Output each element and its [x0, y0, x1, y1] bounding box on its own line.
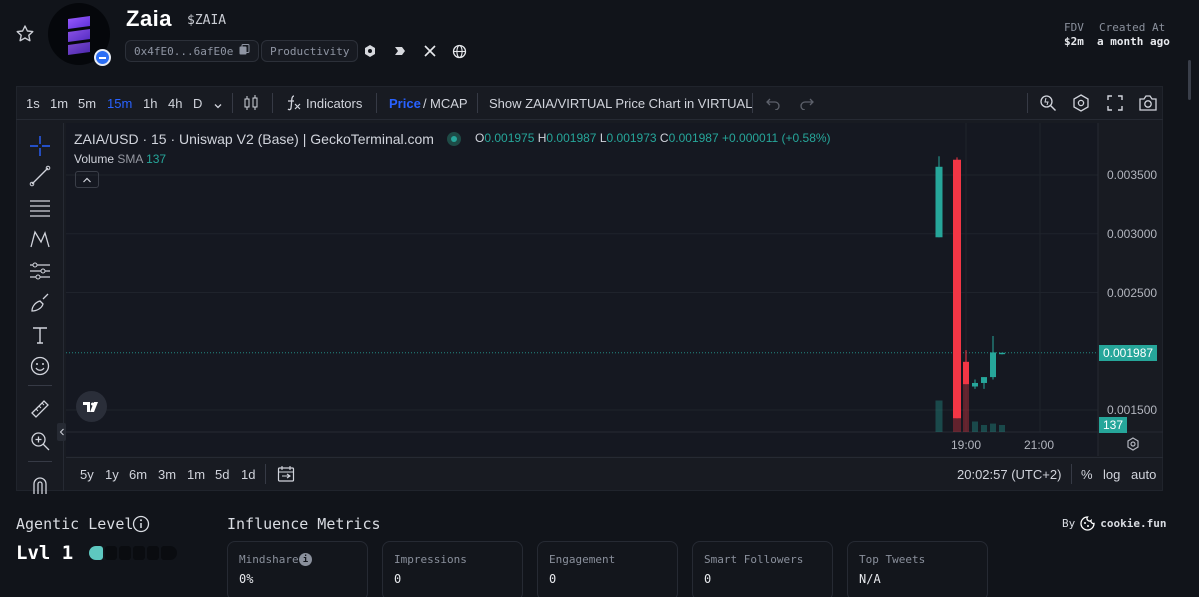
info-icon[interactable]: i — [299, 553, 312, 566]
candle-body — [935, 166, 943, 238]
change-value: +0.000011 (+0.58%) — [722, 131, 831, 145]
level-segment-filled — [89, 546, 103, 560]
provider-name: cookie.fun — [1100, 517, 1167, 530]
agentic-level-value: Lvl 1 — [16, 542, 74, 564]
influence-metrics-title: Influence Metrics — [227, 515, 381, 533]
metric-label: Mindshare — [239, 553, 299, 566]
price-tick: 0.001500 — [1107, 403, 1158, 417]
close-value: 0.001987 — [668, 131, 719, 145]
range-1m[interactable]: 1m — [187, 467, 205, 482]
range-6m[interactable]: 6m — [129, 467, 147, 482]
metric-value: N/A — [859, 572, 881, 586]
candle-body — [999, 352, 1005, 355]
low-value: 0.001973 — [606, 131, 657, 145]
percent-scale-toggle[interactable]: % — [1081, 467, 1093, 482]
time-tick: 19:00 — [951, 438, 982, 452]
time-scale-settings-icon[interactable] — [1126, 437, 1140, 456]
volume-sma-value: 137 — [146, 152, 167, 166]
candle-body — [981, 377, 987, 383]
candle-body — [990, 352, 996, 378]
tradingview-logo-icon[interactable] — [76, 391, 107, 422]
metric-value: 0 — [394, 572, 402, 586]
candlestick-chart — [66, 123, 1163, 456]
log-scale-toggle[interactable]: log — [1103, 467, 1120, 482]
range-5d[interactable]: 5d — [215, 467, 229, 482]
legend-collapse-button[interactable] — [75, 171, 99, 188]
range-3m[interactable]: 3m — [158, 467, 176, 482]
metric-label: Smart Followers — [704, 553, 804, 566]
chart-symbol-title: ZAIA/USD · 15 · Uniswap V2 (Base) | Geck… — [74, 131, 434, 147]
level-segment — [161, 546, 177, 560]
market-status-icon — [447, 132, 461, 146]
metric-label: Engagement — [549, 553, 616, 566]
metric-card-top-tweets: Top Tweets N/A — [847, 541, 988, 597]
candle-body — [953, 159, 961, 419]
candle-body — [972, 382, 978, 387]
range-1y[interactable]: 1y — [105, 467, 119, 482]
volume-bar — [972, 421, 978, 432]
price-tick: 0.003500 — [1107, 168, 1158, 182]
level-segment — [147, 546, 159, 560]
volume-legend: Volume SMA 137 — [74, 152, 166, 166]
metric-card-impressions: Impressions 0 — [382, 541, 523, 597]
metric-card-mindshare: Mindshare i 0% — [227, 541, 368, 597]
agentic-level-title: Agentic Level — [16, 515, 134, 533]
last-price-tag: 0.001987 — [1099, 345, 1158, 361]
clock-timezone[interactable]: 20:02:57 (UTC+2) — [957, 467, 1061, 482]
goto-date-icon[interactable] — [277, 465, 295, 488]
metric-value: 0 — [549, 572, 557, 586]
last-volume-tag: 137 — [1099, 417, 1128, 433]
auto-scale-toggle[interactable]: auto — [1131, 467, 1156, 482]
price-tick: 0.002500 — [1107, 286, 1158, 300]
by-label: By — [1062, 517, 1076, 530]
range-1d[interactable]: 1d — [241, 467, 255, 482]
candle-body — [963, 361, 969, 385]
metric-card-engagement: Engagement 0 — [537, 541, 678, 597]
level-segment — [133, 546, 145, 560]
info-icon[interactable] — [132, 515, 150, 538]
sma-label: SMA — [117, 152, 143, 166]
volume-bar — [981, 425, 987, 432]
metric-label: Top Tweets — [859, 553, 926, 566]
metric-value: 0 — [704, 572, 712, 586]
level-segment — [119, 546, 131, 560]
price-tick: 0.003000 — [1107, 227, 1158, 241]
cookie-icon — [1080, 516, 1095, 531]
low-label: L — [599, 131, 607, 145]
ohlc-legend: O0.001975 H0.001987 L0.001973 C0.001987 … — [475, 131, 831, 145]
metric-card-smart-followers: Smart Followers 0 — [692, 541, 833, 597]
provider-credit[interactable]: By cookie.fun — [1062, 516, 1166, 531]
volume-label: Volume — [74, 152, 115, 166]
high-value: 0.001987 — [546, 131, 597, 145]
volume-bar — [990, 423, 996, 432]
open-label: O — [475, 131, 485, 145]
volume-bar — [935, 400, 943, 432]
range-5y[interactable]: 5y — [80, 467, 94, 482]
metric-value: 0% — [239, 572, 254, 586]
open-value: 0.001975 — [484, 131, 535, 145]
close-label: C — [659, 131, 669, 145]
volume-bar — [999, 425, 1005, 432]
level-segment — [105, 546, 117, 560]
time-tick: 21:00 — [1024, 438, 1055, 452]
metric-label: Impressions — [394, 553, 467, 566]
